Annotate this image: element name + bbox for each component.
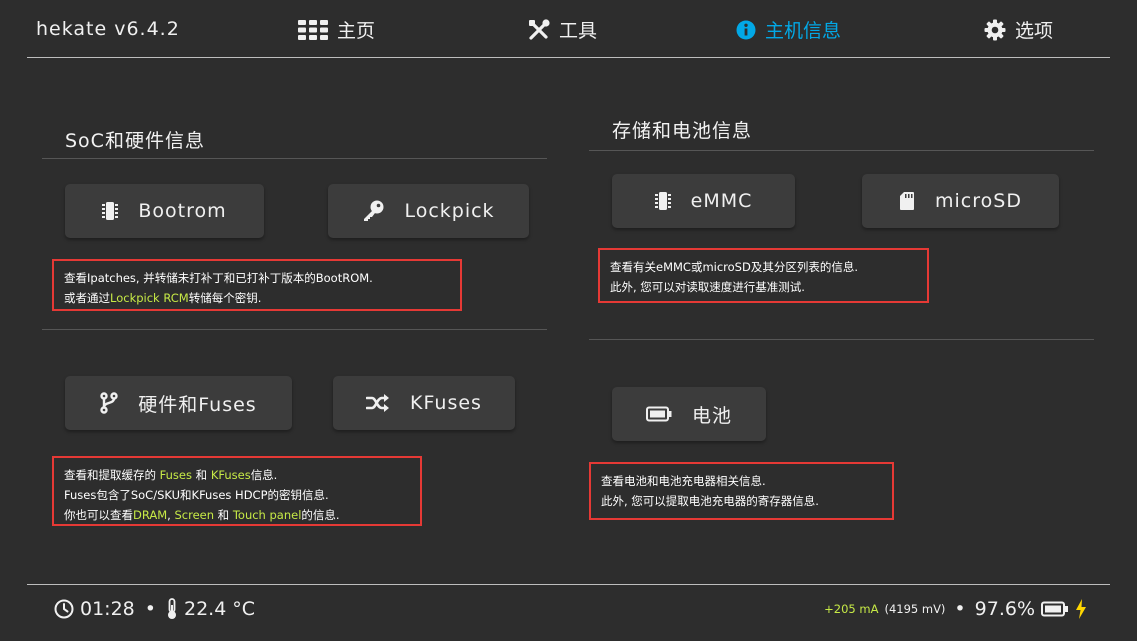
battery-current: +205 mA: [824, 602, 879, 616]
key-icon: [362, 200, 384, 222]
soc-section-title: SoC和硬件信息: [65, 130, 205, 152]
emmc-button-label: eMMC: [690, 190, 753, 212]
storage-desc-line2: 此外, 您可以对读取速度进行基准测试.: [610, 280, 805, 294]
storage-section-title: 存储和电池信息: [612, 120, 753, 142]
microsd-button[interactable]: microSD: [862, 174, 1059, 228]
app-title: hekate v6.4.2: [36, 18, 180, 40]
microsd-button-label: microSD: [935, 190, 1022, 212]
clock-time: 01:28: [80, 598, 135, 620]
battery-desc-line1: 查看电池和电池充电器相关信息.: [601, 474, 766, 488]
bootrom-description: 查看Ipatches, 并转储未打补丁和已打补丁版本的BootROM. 或者通过…: [52, 259, 462, 311]
grid-icon: [298, 19, 328, 40]
lockpick-button-label: Lockpick: [404, 200, 495, 222]
bootrom-button[interactable]: Bootrom: [65, 184, 264, 238]
lockpick-button[interactable]: Lockpick: [328, 184, 529, 238]
gear-icon: [984, 19, 1006, 41]
clock-icon: [54, 599, 74, 619]
fuses-desc-line1: 查看和提取缓存的 Fuses 和 KFuses信息.: [64, 468, 278, 482]
charging-bolt-icon: [1075, 599, 1087, 619]
header-divider: [27, 57, 1110, 58]
battery-status-icon: [1041, 601, 1069, 617]
tab-console-info-label: 主机信息: [765, 20, 842, 42]
status-left: 01:28 • 22.4 °C: [54, 598, 255, 620]
tab-options[interactable]: 选项: [984, 16, 1053, 43]
hw-fuses-button[interactable]: 硬件和Fuses: [65, 376, 292, 430]
shuffle-icon: [366, 393, 390, 413]
tab-tools[interactable]: 工具: [528, 16, 597, 43]
battery-button-label: 电池: [691, 404, 732, 427]
branch-icon: [100, 392, 118, 414]
emmc-button[interactable]: eMMC: [612, 174, 795, 228]
info-icon: [736, 20, 756, 40]
kfuses-button-label: KFuses: [410, 392, 482, 414]
temperature-value: 22.4: [183, 598, 227, 620]
temperature-unit: °C: [232, 598, 256, 620]
tools-icon: [528, 18, 550, 41]
storage-section-divider: [589, 150, 1094, 151]
tab-home[interactable]: 主页: [298, 16, 375, 43]
soc-mid-divider: [42, 329, 547, 330]
battery-description: 查看电池和电池充电器相关信息. 此外, 您可以提取电池充电器的寄存器信息.: [589, 462, 894, 520]
kfuses-button[interactable]: KFuses: [333, 376, 515, 430]
storage-mid-divider: [589, 339, 1094, 340]
bootrom-button-label: Bootrom: [138, 200, 227, 222]
hw-fuses-button-label: 硬件和Fuses: [138, 393, 257, 416]
soc-section-divider: [42, 158, 547, 159]
chip-icon: [654, 191, 671, 211]
footer-divider: [27, 584, 1110, 585]
fuses-desc-line3: 你也可以查看DRAM, Screen 和 Touch panel的信息.: [64, 508, 340, 522]
chip-icon: [102, 201, 119, 221]
tab-home-label: 主页: [337, 20, 376, 42]
battery-icon: [645, 406, 672, 422]
status-separator: •: [954, 598, 966, 620]
status-separator: •: [144, 598, 156, 620]
bootrom-desc-line2: 或者通过Lockpick RCM转储每个密钥.: [64, 291, 262, 305]
tab-tools-label: 工具: [559, 20, 598, 42]
status-right: +205 mA (4195 mV) • 97.6%: [824, 598, 1087, 620]
battery-voltage: (4195 mV): [884, 602, 946, 616]
bootrom-desc-line1: 查看Ipatches, 并转储未打补丁和已打补丁版本的BootROM.: [64, 271, 373, 285]
thermometer-icon: [166, 598, 178, 620]
battery-percentage: 97.6%: [974, 598, 1035, 620]
fuses-desc-line2: Fuses包含了SoC/SKU和KFuses HDCP的密钥信息.: [64, 488, 329, 502]
storage-desc-line1: 查看有关eMMC或microSD及其分区列表的信息.: [610, 260, 858, 274]
fuses-description: 查看和提取缓存的 Fuses 和 KFuses信息. Fuses包含了SoC/S…: [52, 456, 422, 526]
tab-options-label: 选项: [1015, 20, 1054, 42]
battery-button[interactable]: 电池: [612, 387, 766, 441]
tab-console-info[interactable]: 主机信息: [736, 16, 841, 43]
sd-card-icon: [899, 191, 915, 211]
storage-description: 查看有关eMMC或microSD及其分区列表的信息. 此外, 您可以对读取速度进…: [598, 248, 929, 303]
battery-desc-line2: 此外, 您可以提取电池充电器的寄存器信息.: [601, 494, 819, 508]
